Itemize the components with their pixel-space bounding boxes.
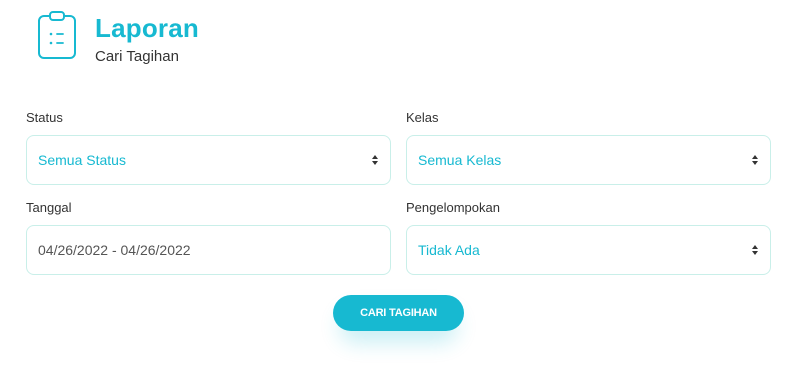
status-select-value: Semua Status bbox=[38, 152, 126, 168]
status-label: Status bbox=[26, 110, 63, 125]
kelas-select-value: Semua Kelas bbox=[418, 152, 502, 168]
search-bills-button[interactable]: CARI TAGIHAN bbox=[333, 295, 464, 331]
pengelompokan-select[interactable]: Tidak Ada bbox=[406, 225, 771, 275]
select-arrows-icon bbox=[370, 155, 380, 165]
date-range-input[interactable]: 04/26/2022 - 04/26/2022 bbox=[26, 225, 391, 275]
select-arrows-icon bbox=[750, 155, 760, 165]
date-range-value: 04/26/2022 - 04/26/2022 bbox=[38, 242, 191, 258]
tanggal-field: Tanggal 04/26/2022 - 04/26/2022 bbox=[26, 200, 391, 275]
kelas-label: Kelas bbox=[406, 110, 439, 125]
search-button-wrap: CARI TAGIHAN bbox=[333, 295, 464, 343]
select-arrows-icon bbox=[750, 245, 760, 255]
pengelompokan-label: Pengelompokan bbox=[406, 200, 500, 215]
kelas-field: Kelas Semua Kelas bbox=[406, 110, 771, 185]
kelas-select[interactable]: Semua Kelas bbox=[406, 135, 771, 185]
pengelompokan-field: Pengelompokan Tidak Ada bbox=[406, 200, 771, 275]
report-page: Laporan Cari Tagihan Status Semua Status… bbox=[0, 0, 800, 369]
pengelompokan-select-value: Tidak Ada bbox=[418, 242, 480, 258]
header-text: Laporan Cari Tagihan bbox=[95, 13, 199, 67]
page-header: Laporan Cari Tagihan bbox=[37, 10, 199, 67]
page-title: Laporan bbox=[95, 13, 199, 43]
page-subtitle: Cari Tagihan bbox=[95, 48, 179, 65]
status-field: Status Semua Status bbox=[26, 110, 391, 185]
tanggal-label: Tanggal bbox=[26, 200, 72, 215]
status-select[interactable]: Semua Status bbox=[26, 135, 391, 185]
clipboard-list-icon bbox=[38, 11, 76, 59]
